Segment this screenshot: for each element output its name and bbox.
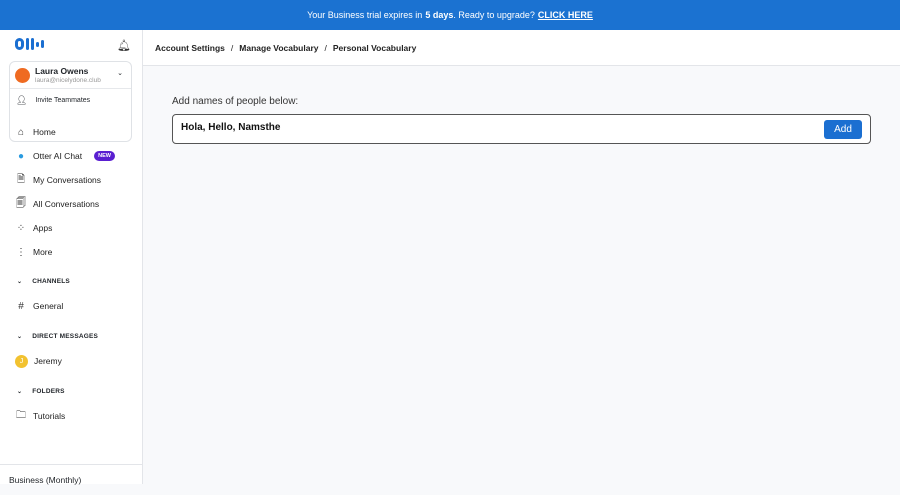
channel-general[interactable]: # General [0, 295, 143, 317]
nav-all-conversations[interactable]: 🗐︎ All Conversations [0, 193, 143, 215]
breadcrumb-personal-vocabulary: Personal Vocabulary [332, 42, 417, 53]
otter-chat-icon: ● [17, 150, 25, 162]
names-input[interactable]: Hola, Hello, Namsthe Add [172, 114, 871, 144]
dms-section-toggle[interactable]: ⌄ DIRECT MESSAGES [0, 333, 98, 340]
chevron-down-icon: ⌄ [17, 389, 23, 395]
otter-logo[interactable] [15, 38, 44, 50]
home-icon: ⌂ [17, 126, 25, 138]
chevron-down-icon: ⌄ [117, 70, 123, 77]
avatar [15, 68, 30, 83]
names-label: Add names of people below: [172, 96, 299, 107]
dm-jeremy[interactable]: J Jeremy [0, 350, 143, 372]
more-icon: ⋮ [16, 246, 26, 258]
chevron-down-icon: ⌄ [17, 279, 23, 285]
folders-section-toggle[interactable]: ⌄ FOLDERS [0, 388, 65, 395]
breadcrumb: Account Settings / Manage Vocabulary / Per… [143, 30, 900, 66]
folder-tutorials[interactable]: 🗀︎ Tutorials [0, 405, 143, 427]
trial-banner: Your Business trial expires in 5 days. R… [0, 0, 900, 30]
nav-home[interactable]: ⌂ Home [0, 121, 143, 143]
new-badge: NEW [94, 151, 115, 161]
avatar: J [15, 354, 28, 368]
invite-teammates-button[interactable]: 👤︎ Invite Teammates [16, 95, 90, 106]
channels-section-toggle[interactable]: ⌄ CHANNELS [0, 278, 70, 285]
plan-label: Business (Monthly) [0, 464, 143, 495]
apps-icon: ⁘ [16, 222, 26, 234]
conversations-icon: 🗐︎ [16, 197, 26, 209]
chevron-down-icon: ⌄ [17, 334, 23, 340]
add-button[interactable]: Add [824, 120, 862, 139]
nav-otter-ai-chat[interactable]: ● Otter AI Chat NEW [0, 145, 143, 167]
add-user-icon: 👤︎ [16, 95, 28, 105]
nav-more[interactable]: ⋮ More [0, 241, 143, 263]
sidebar: 🔔︎ Laura Owens laura@nicelydone.club ⌄ 👤… [0, 30, 143, 485]
breadcrumb-manage-vocabulary[interactable]: Manage Vocabulary [239, 43, 318, 53]
bell-icon[interactable]: 🔔︎ [117, 39, 131, 52]
folder-icon: 🗀︎ [16, 409, 26, 421]
breadcrumb-account-settings[interactable]: Account Settings [155, 43, 225, 53]
account-switcher[interactable]: Laura Owens laura@nicelydone.club ⌄ [10, 62, 131, 89]
nav-apps[interactable]: ⁘ Apps [0, 217, 143, 239]
upgrade-link[interactable]: CLICK HERE [538, 10, 593, 20]
hash-icon: # [18, 300, 24, 312]
conversation-icon: 🗎︎ [16, 173, 26, 185]
nav-my-conversations[interactable]: 🗎︎ My Conversations [0, 169, 143, 191]
